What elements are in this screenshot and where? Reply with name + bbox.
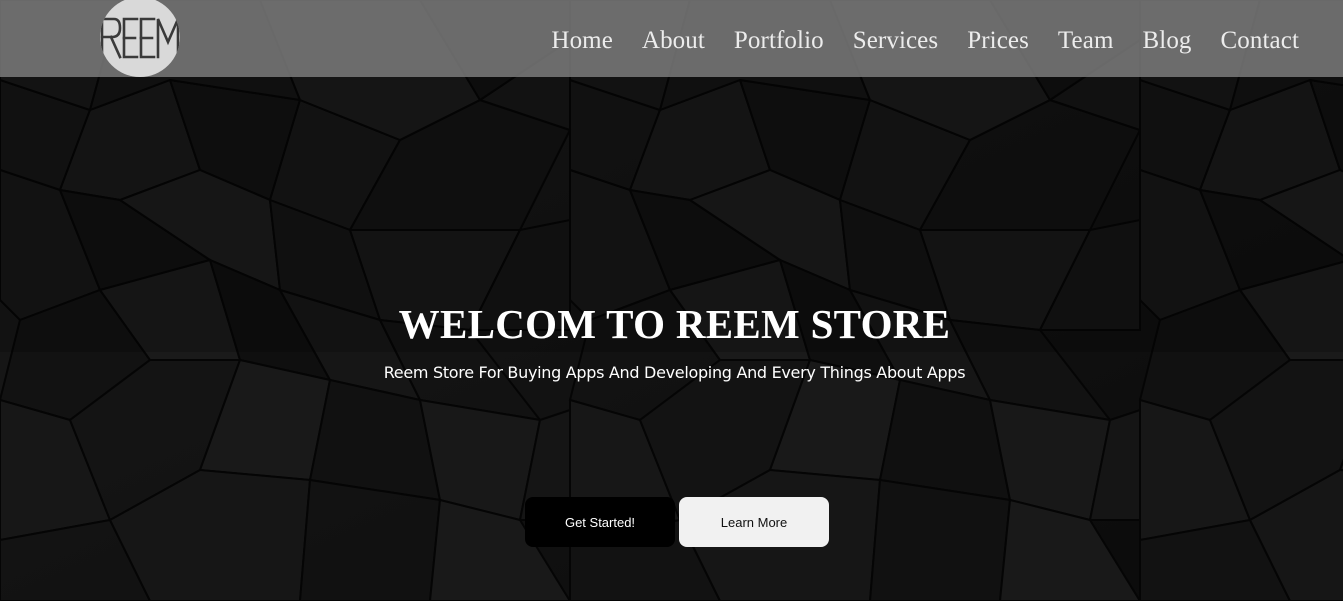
hero-title: WELCOM TO REEM STORE bbox=[398, 301, 951, 347]
nav-link-contact[interactable]: Contact bbox=[1221, 26, 1299, 56]
nav-link-services[interactable]: Services bbox=[853, 26, 939, 56]
brand-logo[interactable] bbox=[100, 0, 180, 77]
hero-section: Home About Portfolio Services Prices Tea… bbox=[0, 0, 1343, 601]
top-navbar: Home About Portfolio Services Prices Tea… bbox=[0, 0, 1343, 77]
nav-link-about[interactable]: About bbox=[642, 26, 705, 56]
get-started-button[interactable]: Get Started! bbox=[525, 497, 675, 547]
hero-subtitle: Reem Store For Buying Apps And Developin… bbox=[383, 363, 966, 382]
nav-link-prices[interactable]: Prices bbox=[967, 26, 1029, 56]
reem-logo-icon bbox=[100, 17, 180, 59]
nav-link-team[interactable]: Team bbox=[1058, 26, 1114, 56]
nav-link-portfolio[interactable]: Portfolio bbox=[734, 26, 824, 56]
nav-link-home[interactable]: Home bbox=[551, 26, 613, 56]
learn-more-button[interactable]: Learn More bbox=[679, 497, 829, 547]
nav-link-blog[interactable]: Blog bbox=[1143, 26, 1192, 56]
main-navigation: Home About Portfolio Services Prices Tea… bbox=[522, 26, 1299, 56]
